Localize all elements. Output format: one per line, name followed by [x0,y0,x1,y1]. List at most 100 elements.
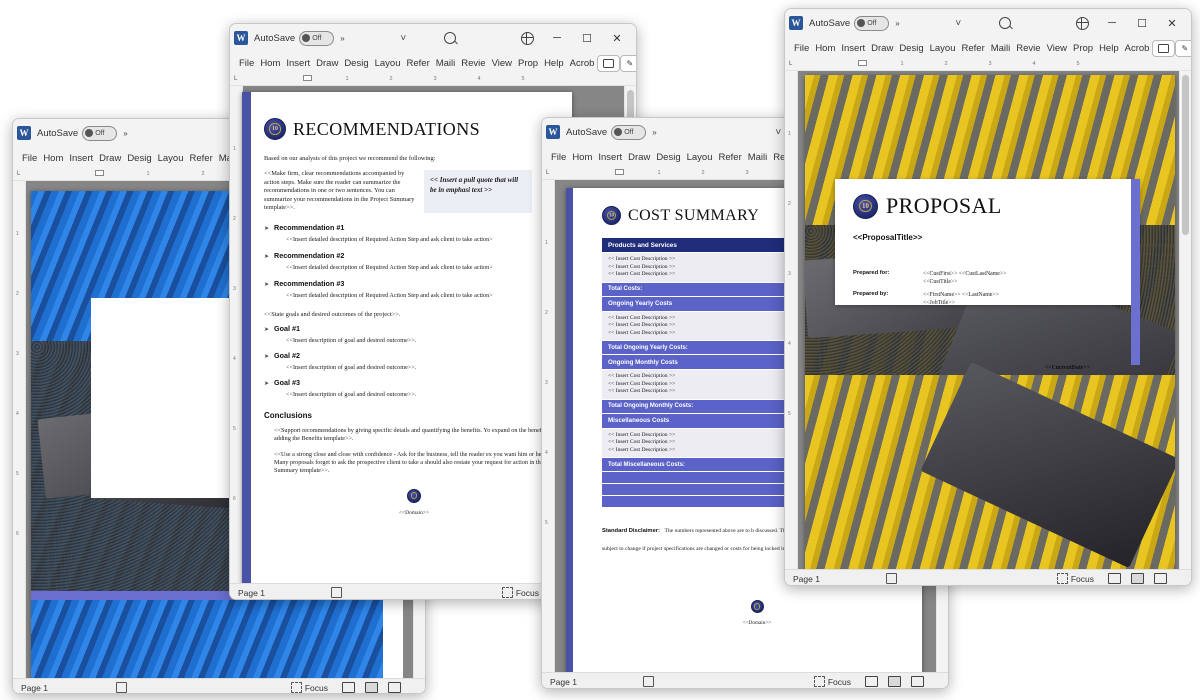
tab-draw[interactable]: Draw [868,41,896,56]
document-canvas[interactable]: 12 34 5 10 PROPOSAL <<ProposalTitle>> Pr… [785,71,1191,569]
tab-layout[interactable]: Layou [372,56,404,71]
tab-references[interactable]: Refer [404,56,433,71]
page-indicator[interactable]: Page 1 [238,588,265,598]
chevron-down-icon[interactable]: ˅ [775,127,781,138]
tab-mailings[interactable]: Maili [988,41,1014,56]
tab-draw[interactable]: Draw [313,56,341,71]
minimize-button[interactable]: ─ [542,25,572,51]
tab-mailings[interactable]: Maili [745,150,771,165]
quick-access-overflow-icon[interactable]: » [895,19,899,28]
page-indicator[interactable]: Page 1 [21,683,48,693]
tab-file[interactable]: File [19,151,40,166]
autosave-toggle[interactable]: Off [854,15,890,31]
ribbon-tabs[interactable]: File Hom Insert Draw Desig Layou Refer M… [230,52,636,74]
tab-insert[interactable]: Insert [838,41,868,56]
tab-design[interactable]: Desig [341,56,371,71]
tab-home[interactable]: Hom [812,41,838,56]
quick-access-overflow-icon[interactable]: » [123,129,127,138]
accessibility-icon[interactable] [642,676,654,687]
tab-view[interactable]: View [489,56,515,71]
tab-insert[interactable]: Insert [595,150,625,165]
minimize-button[interactable]: ─ [1097,10,1127,36]
maximize-button[interactable]: ☐ [1127,10,1157,36]
quick-access-overflow-icon[interactable]: » [340,34,344,43]
comments-button[interactable] [597,54,621,72]
tab-file[interactable]: File [548,150,569,165]
autosave-toggle[interactable]: Off [611,124,647,140]
comments-button[interactable] [1152,39,1176,57]
autosave-control[interactable]: AutoSave Off [809,15,890,31]
tab-file[interactable]: File [791,41,812,56]
ribbon-tabs[interactable]: File Hom Insert Draw Desig Layou Refer M… [785,37,1191,59]
tab-layout[interactable]: Layou [684,150,716,165]
indent-marker[interactable] [858,60,867,66]
search-icon[interactable] [999,17,1012,29]
chevron-down-icon[interactable]: ˅ [400,33,406,44]
close-button[interactable]: ✕ [602,25,632,51]
document-page[interactable]: 10 PROPOSAL <<ProposalTitle>> Prepared f… [805,75,1175,569]
focus-mode-button[interactable]: Focus [501,587,539,598]
tab-insert[interactable]: Insert [66,151,96,166]
editing-mode-button[interactable]: ✎ Editing [1175,39,1191,57]
window-controls[interactable]: ─ ☐ ✕ [512,25,632,51]
tab-design[interactable]: Desig [896,41,926,56]
web-layout-icon[interactable] [1154,573,1167,584]
tab-draw[interactable]: Draw [625,150,653,165]
read-mode-icon[interactable] [865,676,878,687]
tab-draw[interactable]: Draw [96,151,124,166]
read-mode-icon[interactable] [1108,573,1121,584]
indent-marker[interactable] [95,170,104,176]
tab-mailings[interactable]: Maili [433,56,459,71]
indent-marker[interactable] [303,75,312,81]
tab-layout[interactable]: Layou [927,41,959,56]
tab-home[interactable]: Hom [569,150,595,165]
autosave-control[interactable]: AutoSave Off [254,30,335,46]
vertical-scrollbar[interactable] [1179,71,1191,569]
autosave-control[interactable]: AutoSave Off [37,125,118,141]
tab-help[interactable]: Help [1096,41,1122,56]
quick-access-overflow-icon[interactable]: » [652,128,656,137]
tab-view[interactable]: View [1044,41,1070,56]
web-layout-icon[interactable] [388,682,401,693]
tab-file[interactable]: File [236,56,257,71]
web-layout-icon[interactable] [911,676,924,687]
editing-mode-button[interactable]: ✎ Editing [620,54,636,72]
word-window-proposal[interactable]: W AutoSave Off » ˅ ─ ☐ ✕ File Hom Insert… [784,8,1192,586]
autosave-toggle[interactable]: Off [299,30,335,46]
document-page[interactable]: 10 RECOMMENDATIONS Based on our analysis… [242,92,572,583]
tab-help[interactable]: Help [541,56,567,71]
tab-home[interactable]: Hom [257,56,283,71]
tab-acrobat[interactable]: Acrob [1122,41,1153,56]
chevron-down-icon[interactable]: ˅ [955,18,961,29]
tab-home[interactable]: Hom [40,151,66,166]
tab-insert[interactable]: Insert [283,56,313,71]
page-indicator[interactable]: Page 1 [793,574,820,584]
tab-acrobat[interactable]: Acrob [567,56,598,71]
indent-marker[interactable] [615,169,624,175]
close-button[interactable]: ✕ [1157,10,1187,36]
autosave-toggle[interactable]: Off [82,125,118,141]
focus-mode-button[interactable]: Focus [1056,573,1094,584]
maximize-button[interactable]: ☐ [572,25,602,51]
tab-layout[interactable]: Layou [155,151,187,166]
tab-properties[interactable]: Prop [515,56,541,71]
tab-review[interactable]: Revie [1013,41,1043,56]
tab-design[interactable]: Desig [653,150,683,165]
print-layout-icon[interactable] [365,682,378,693]
read-mode-icon[interactable] [342,682,355,693]
page-indicator[interactable]: Page 1 [550,677,577,687]
window-controls[interactable]: ─ ☐ ✕ [1067,10,1187,36]
accessibility-icon[interactable] [115,682,127,693]
scrollbar-thumb[interactable] [1182,75,1189,235]
accessibility-icon[interactable] [330,587,342,598]
print-layout-icon[interactable] [888,676,901,687]
search-icon[interactable] [444,32,457,44]
share-globe-button[interactable] [512,25,542,51]
focus-mode-button[interactable]: Focus [813,676,851,687]
autosave-control[interactable]: AutoSave Off [566,124,647,140]
accessibility-icon[interactable] [885,573,897,584]
tab-references[interactable]: Refer [716,150,745,165]
tab-references[interactable]: Refer [959,41,988,56]
tab-design[interactable]: Desig [124,151,154,166]
tab-review[interactable]: Revie [458,56,488,71]
